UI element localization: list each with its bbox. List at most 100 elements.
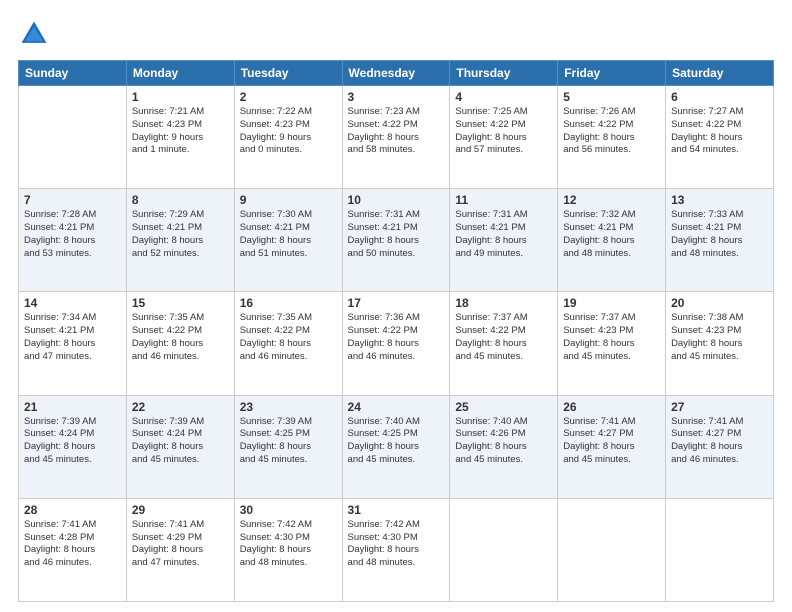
calendar-cell: 22 Sunrise: 7:39 AM Sunset: 4:24 PM Dayli… [126, 395, 234, 498]
cell-info: Sunrise: 7:37 AM Sunset: 4:22 PM Dayligh… [455, 312, 552, 363]
calendar-cell: 9Sunrise: 7:30 AM Sunset: 4:21 PM Daylig… [234, 189, 342, 292]
calendar-cell: 11Sunrise: 7:31 AM Sunset: 4:21 PM Dayli… [450, 189, 558, 292]
cell-info: Sunrise: 7:32 AM Sunset: 4:21 PM Dayligh… [563, 209, 660, 260]
day-number: 17 [348, 296, 445, 310]
cell-info: Sunrise: 7:25 AM Sunset: 4:22 PM Dayligh… [455, 106, 552, 157]
cell-info: Sunrise: 7:29 AM Sunset: 4:21 PM Dayligh… [132, 209, 229, 260]
week-row-3: 14 Sunrise: 7:34 AM Sunset: 4:21 PM Dayli… [19, 292, 774, 395]
calendar-cell: 18Sunrise: 7:37 AM Sunset: 4:22 PM Dayli… [450, 292, 558, 395]
header [18, 18, 774, 50]
calendar-cell: 5 Sunrise: 7:26 AM Sunset: 4:22 PM Daylig… [558, 86, 666, 189]
cell-info: Sunrise: 7:22 AM Sunset: 4:23 PM Dayligh… [240, 106, 337, 157]
logo-icon [18, 18, 50, 50]
calendar-cell [666, 498, 774, 601]
calendar-cell: 26Sunrise: 7:41 AM Sunset: 4:27 PM Dayli… [558, 395, 666, 498]
day-number: 2 [240, 90, 337, 104]
cell-info: Sunrise: 7:28 AM Sunset: 4:21 PM Dayligh… [24, 209, 121, 260]
day-number: 22 [132, 400, 229, 414]
day-number: 31 [348, 503, 445, 517]
day-number: 21 [24, 400, 121, 414]
calendar-cell: 19Sunrise: 7:37 AM Sunset: 4:23 PM Dayli… [558, 292, 666, 395]
cell-info: Sunrise: 7:40 AM Sunset: 4:25 PM Dayligh… [348, 416, 445, 467]
calendar-cell: 15 Sunrise: 7:35 AM Sunset: 4:22 PM Dayli… [126, 292, 234, 395]
page: SundayMondayTuesdayWednesdayThursdayFrid… [0, 0, 792, 612]
weekday-header-tuesday: Tuesday [234, 61, 342, 86]
cell-info: Sunrise: 7:42 AM Sunset: 4:30 PM Dayligh… [240, 519, 337, 570]
day-number: 8 [132, 193, 229, 207]
calendar-cell: 10 Sunrise: 7:31 AM Sunset: 4:21 PM Dayli… [342, 189, 450, 292]
day-number: 23 [240, 400, 337, 414]
day-number: 29 [132, 503, 229, 517]
cell-info: Sunrise: 7:36 AM Sunset: 4:22 PM Dayligh… [348, 312, 445, 363]
cell-info: Sunrise: 7:31 AM Sunset: 4:21 PM Dayligh… [455, 209, 552, 260]
calendar-table: SundayMondayTuesdayWednesdayThursdayFrid… [18, 60, 774, 602]
week-row-4: 21 Sunrise: 7:39 AM Sunset: 4:24 PM Dayli… [19, 395, 774, 498]
week-row-5: 28 Sunrise: 7:41 AM Sunset: 4:28 PM Dayli… [19, 498, 774, 601]
calendar-cell: 14 Sunrise: 7:34 AM Sunset: 4:21 PM Dayli… [19, 292, 127, 395]
day-number: 20 [671, 296, 768, 310]
cell-info: Sunrise: 7:41 AM Sunset: 4:28 PM Dayligh… [24, 519, 121, 570]
cell-info: Sunrise: 7:31 AM Sunset: 4:21 PM Dayligh… [348, 209, 445, 260]
calendar-cell: 16Sunrise: 7:35 AM Sunset: 4:22 PM Dayli… [234, 292, 342, 395]
day-number: 10 [348, 193, 445, 207]
week-row-1: 1 Sunrise: 7:21 AM Sunset: 4:23 PM Daylig… [19, 86, 774, 189]
cell-info: Sunrise: 7:39 AM Sunset: 4:24 PM Dayligh… [24, 416, 121, 467]
calendar-cell [558, 498, 666, 601]
day-number: 12 [563, 193, 660, 207]
cell-info: Sunrise: 7:41 AM Sunset: 4:29 PM Dayligh… [132, 519, 229, 570]
weekday-header-monday: Monday [126, 61, 234, 86]
cell-info: Sunrise: 7:41 AM Sunset: 4:27 PM Dayligh… [563, 416, 660, 467]
cell-info: Sunrise: 7:40 AM Sunset: 4:26 PM Dayligh… [455, 416, 552, 467]
calendar-cell: 29 Sunrise: 7:41 AM Sunset: 4:29 PM Dayli… [126, 498, 234, 601]
day-number: 13 [671, 193, 768, 207]
day-number: 25 [455, 400, 552, 414]
calendar-cell: 25 Sunrise: 7:40 AM Sunset: 4:26 PM Dayli… [450, 395, 558, 498]
weekday-row: SundayMondayTuesdayWednesdayThursdayFrid… [19, 61, 774, 86]
day-number: 15 [132, 296, 229, 310]
calendar-cell: 2 Sunrise: 7:22 AM Sunset: 4:23 PM Daylig… [234, 86, 342, 189]
logo [18, 18, 54, 50]
weekday-header-thursday: Thursday [450, 61, 558, 86]
cell-info: Sunrise: 7:27 AM Sunset: 4:22 PM Dayligh… [671, 106, 768, 157]
calendar-cell [450, 498, 558, 601]
calendar-cell: 6 Sunrise: 7:27 AM Sunset: 4:22 PM Daylig… [666, 86, 774, 189]
day-number: 6 [671, 90, 768, 104]
day-number: 16 [240, 296, 337, 310]
day-number: 5 [563, 90, 660, 104]
week-row-2: 7 Sunrise: 7:28 AM Sunset: 4:21 PM Daylig… [19, 189, 774, 292]
calendar-cell: 7 Sunrise: 7:28 AM Sunset: 4:21 PM Daylig… [19, 189, 127, 292]
cell-info: Sunrise: 7:42 AM Sunset: 4:30 PM Dayligh… [348, 519, 445, 570]
calendar-header: SundayMondayTuesdayWednesdayThursdayFrid… [19, 61, 774, 86]
calendar-body: 1 Sunrise: 7:21 AM Sunset: 4:23 PM Daylig… [19, 86, 774, 602]
calendar-cell: 4Sunrise: 7:25 AM Sunset: 4:22 PM Daylig… [450, 86, 558, 189]
cell-info: Sunrise: 7:35 AM Sunset: 4:22 PM Dayligh… [132, 312, 229, 363]
day-number: 14 [24, 296, 121, 310]
calendar-cell: 20Sunrise: 7:38 AM Sunset: 4:23 PM Dayli… [666, 292, 774, 395]
cell-info: Sunrise: 7:26 AM Sunset: 4:22 PM Dayligh… [563, 106, 660, 157]
cell-info: Sunrise: 7:30 AM Sunset: 4:21 PM Dayligh… [240, 209, 337, 260]
calendar-cell: 27 Sunrise: 7:41 AM Sunset: 4:27 PM Dayli… [666, 395, 774, 498]
calendar-cell: 28 Sunrise: 7:41 AM Sunset: 4:28 PM Dayli… [19, 498, 127, 601]
day-number: 30 [240, 503, 337, 517]
day-number: 3 [348, 90, 445, 104]
calendar-cell: 3 Sunrise: 7:23 AM Sunset: 4:22 PM Daylig… [342, 86, 450, 189]
day-number: 27 [671, 400, 768, 414]
cell-info: Sunrise: 7:23 AM Sunset: 4:22 PM Dayligh… [348, 106, 445, 157]
day-number: 7 [24, 193, 121, 207]
weekday-header-sunday: Sunday [19, 61, 127, 86]
cell-info: Sunrise: 7:21 AM Sunset: 4:23 PM Dayligh… [132, 106, 229, 157]
day-number: 28 [24, 503, 121, 517]
calendar-cell: 30 Sunrise: 7:42 AM Sunset: 4:30 PM Dayli… [234, 498, 342, 601]
day-number: 1 [132, 90, 229, 104]
calendar-cell: 12 Sunrise: 7:32 AM Sunset: 4:21 PM Dayli… [558, 189, 666, 292]
cell-info: Sunrise: 7:33 AM Sunset: 4:21 PM Dayligh… [671, 209, 768, 260]
calendar-cell: 23 Sunrise: 7:39 AM Sunset: 4:25 PM Dayli… [234, 395, 342, 498]
calendar-cell: 8 Sunrise: 7:29 AM Sunset: 4:21 PM Daylig… [126, 189, 234, 292]
cell-info: Sunrise: 7:37 AM Sunset: 4:23 PM Dayligh… [563, 312, 660, 363]
cell-info: Sunrise: 7:41 AM Sunset: 4:27 PM Dayligh… [671, 416, 768, 467]
cell-info: Sunrise: 7:39 AM Sunset: 4:25 PM Dayligh… [240, 416, 337, 467]
weekday-header-saturday: Saturday [666, 61, 774, 86]
cell-info: Sunrise: 7:34 AM Sunset: 4:21 PM Dayligh… [24, 312, 121, 363]
weekday-header-friday: Friday [558, 61, 666, 86]
cell-info: Sunrise: 7:39 AM Sunset: 4:24 PM Dayligh… [132, 416, 229, 467]
